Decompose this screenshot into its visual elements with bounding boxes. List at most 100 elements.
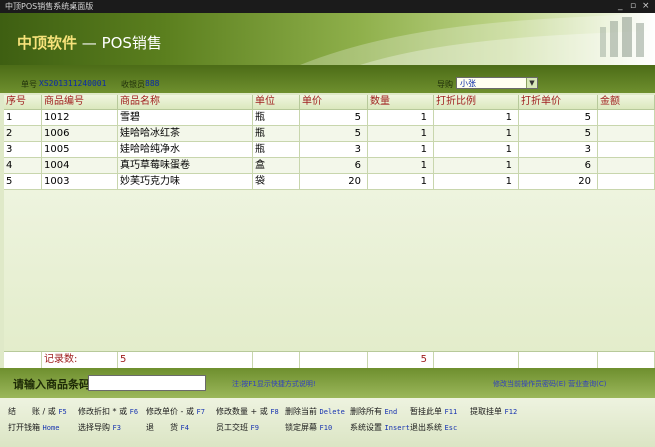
cell-qty: 1 [368,110,434,125]
cell-amount [598,142,655,157]
cell-qty: 1 [368,126,434,141]
guide-label: 导购 [437,80,453,89]
order-number-label: 单号 [21,80,37,89]
shortcut-label: 修改折扣 * 或 [78,407,128,416]
minimize-button[interactable]: _ [618,0,623,13]
shortcut-system-settings[interactable]: 系统设置 Insert [350,422,410,433]
cell-amount [598,110,655,125]
shortcut-key: F6 [129,408,139,416]
cell-code: 1004 [42,158,118,173]
cell-qty: 1 [368,158,434,173]
shortcut-delete-all[interactable]: 删除所有 End [350,406,397,417]
shortcut-key: F5 [58,408,67,416]
order-number-value: XS201311240001 [39,79,107,88]
shortcut-label: 员工交班 [216,423,248,432]
cell-name: 妙芙巧克力味 [118,174,253,189]
table-row[interactable]: 3 1005 娃哈哈纯净水 瓶 3 1 1 3 [4,142,655,158]
window-titlebar: 中顶POS销售系统桌面版 _ ▫ × [0,0,655,13]
footer-blank [434,352,519,368]
footer-blank [598,352,655,368]
col-header-amount[interactable]: 金额 [598,95,655,109]
shortcut-key: Insert [384,424,410,432]
cell-unit: 袋 [253,174,300,189]
col-header-price[interactable]: 单价 [300,95,368,109]
shortcut-label: 修改单价 - 或 [146,407,194,416]
cell-qty: 1 [368,174,434,189]
shortcut-key: F7 [196,408,205,416]
table-row[interactable]: 2 1006 娃哈哈冰红茶 瓶 5 1 1 5 [4,126,655,142]
shortcut-key: F10 [319,424,333,432]
table-row[interactable]: 5 1003 妙芙巧克力味 袋 20 1 1 20 [4,174,655,190]
cell-discount-rate: 1 [434,110,519,125]
cell-price: 5 [300,126,368,141]
shortcut-edit-qty[interactable]: 修改数量 + 或 F8 [216,406,279,417]
col-header-qty[interactable]: 数量 [368,95,434,109]
cell-discount-rate: 1 [434,158,519,173]
cashier-value: 888 [145,79,160,88]
shortcut-delete-current[interactable]: 删除当前 Delete [285,406,345,417]
shortcut-key: F11 [444,408,458,416]
cell-amount [598,158,655,173]
shortcut-key: F12 [504,408,518,416]
guide-select-value: 小张 [460,79,476,88]
cell-price: 6 [300,158,368,173]
cell-qty: 1 [368,142,434,157]
close-button[interactable]: × [642,0,650,13]
qty-total: 5 [368,352,434,368]
shortcut-shift-handover[interactable]: 员工交班 F9 [216,422,259,433]
shortcut-label: 结 账 / 或 [8,407,56,416]
shortcut-key: F4 [180,424,189,432]
shortcut-exit[interactable]: 退出系统 Esc [410,422,457,433]
maximize-button[interactable]: ▫ [630,0,636,13]
shortcut-key: F8 [270,408,279,416]
shortcut-return[interactable]: 退 货 F4 [146,422,189,433]
col-header-unit[interactable]: 单位 [253,95,300,109]
shortcut-edit-discount[interactable]: 修改折扣 * 或 F6 [78,406,138,417]
shortcut-select-guide[interactable]: 选择导购 F3 [78,422,121,433]
cell-index: 5 [4,174,42,189]
order-info-bar: 单号 XS201311240001 收银员 888 导购 小张 ▼ [0,65,655,93]
cell-unit: 瓶 [253,126,300,141]
shortcut-key: End [384,408,398,416]
sales-grid[interactable]: 序号 商品编号 商品名称 单位 单价 数量 打折比例 打折单价 金额 1 101… [4,95,655,369]
shortcut-label: 暂挂此单 [410,407,442,416]
cell-name: 真巧草莓味蛋卷 [118,158,253,173]
grid-footer: 记录数: 5 5 [4,351,655,369]
barcode-input[interactable] [88,375,206,391]
guide-select[interactable]: 小张 ▼ [456,77,538,89]
cell-code: 1006 [42,126,118,141]
shortcut-label: 修改数量 + 或 [216,407,268,416]
cell-code: 1003 [42,174,118,189]
shortcut-edit-price[interactable]: 修改单价 - 或 F7 [146,406,205,417]
password-and-query-link[interactable]: 修改当前操作员密码(E) 营业查询(C) [493,379,606,389]
table-row[interactable]: 1 1012 雪碧 瓶 5 1 1 5 [4,110,655,126]
cell-index: 4 [4,158,42,173]
col-header-discount-price[interactable]: 打折单价 [519,95,598,109]
cell-discount-price: 6 [519,158,598,173]
chevron-down-icon[interactable]: ▼ [526,78,537,88]
cell-index: 3 [4,142,42,157]
shortcut-hint: 注:按F1显示快捷方式说明! [232,380,316,388]
shortcut-key: F9 [250,424,259,432]
col-header-code[interactable]: 商品编号 [42,95,118,109]
shortcut-lock-screen[interactable]: 锁定屏幕 F10 [285,422,332,433]
shortcut-hold-order[interactable]: 暂挂此单 F11 [410,406,457,417]
shortcut-retrieve-order[interactable]: 提取挂单 F12 [470,406,517,417]
col-header-name[interactable]: 商品名称 [118,95,253,109]
col-header-discount-rate[interactable]: 打折比例 [434,95,519,109]
table-row[interactable]: 4 1004 真巧草莓味蛋卷 盒 6 1 1 6 [4,158,655,174]
module-name: POS销售 [101,34,162,52]
shortcut-key: Esc [444,424,458,432]
shortcut-label: 退 货 [146,423,178,432]
shortcut-label: 删除所有 [350,407,382,416]
col-header-index[interactable]: 序号 [4,95,42,109]
app-logo: 中顶软件 — POS销售 [17,32,162,53]
cell-name: 雪碧 [118,110,253,125]
shortcut-label: 退出系统 [410,423,442,432]
grid-header: 序号 商品编号 商品名称 单位 单价 数量 打折比例 打折单价 金额 [4,95,655,110]
shortcut-checkout[interactable]: 结 账 / 或 F5 [8,406,67,417]
shortcut-label: 删除当前 [285,407,317,416]
barcode-input-bar: 请输入商品条码 注:按F1显示快捷方式说明! 修改当前操作员密码(E) 营业查询… [0,368,655,398]
cell-unit: 瓶 [253,110,300,125]
shortcut-open-drawer[interactable]: 打开钱箱 Home [8,422,59,433]
